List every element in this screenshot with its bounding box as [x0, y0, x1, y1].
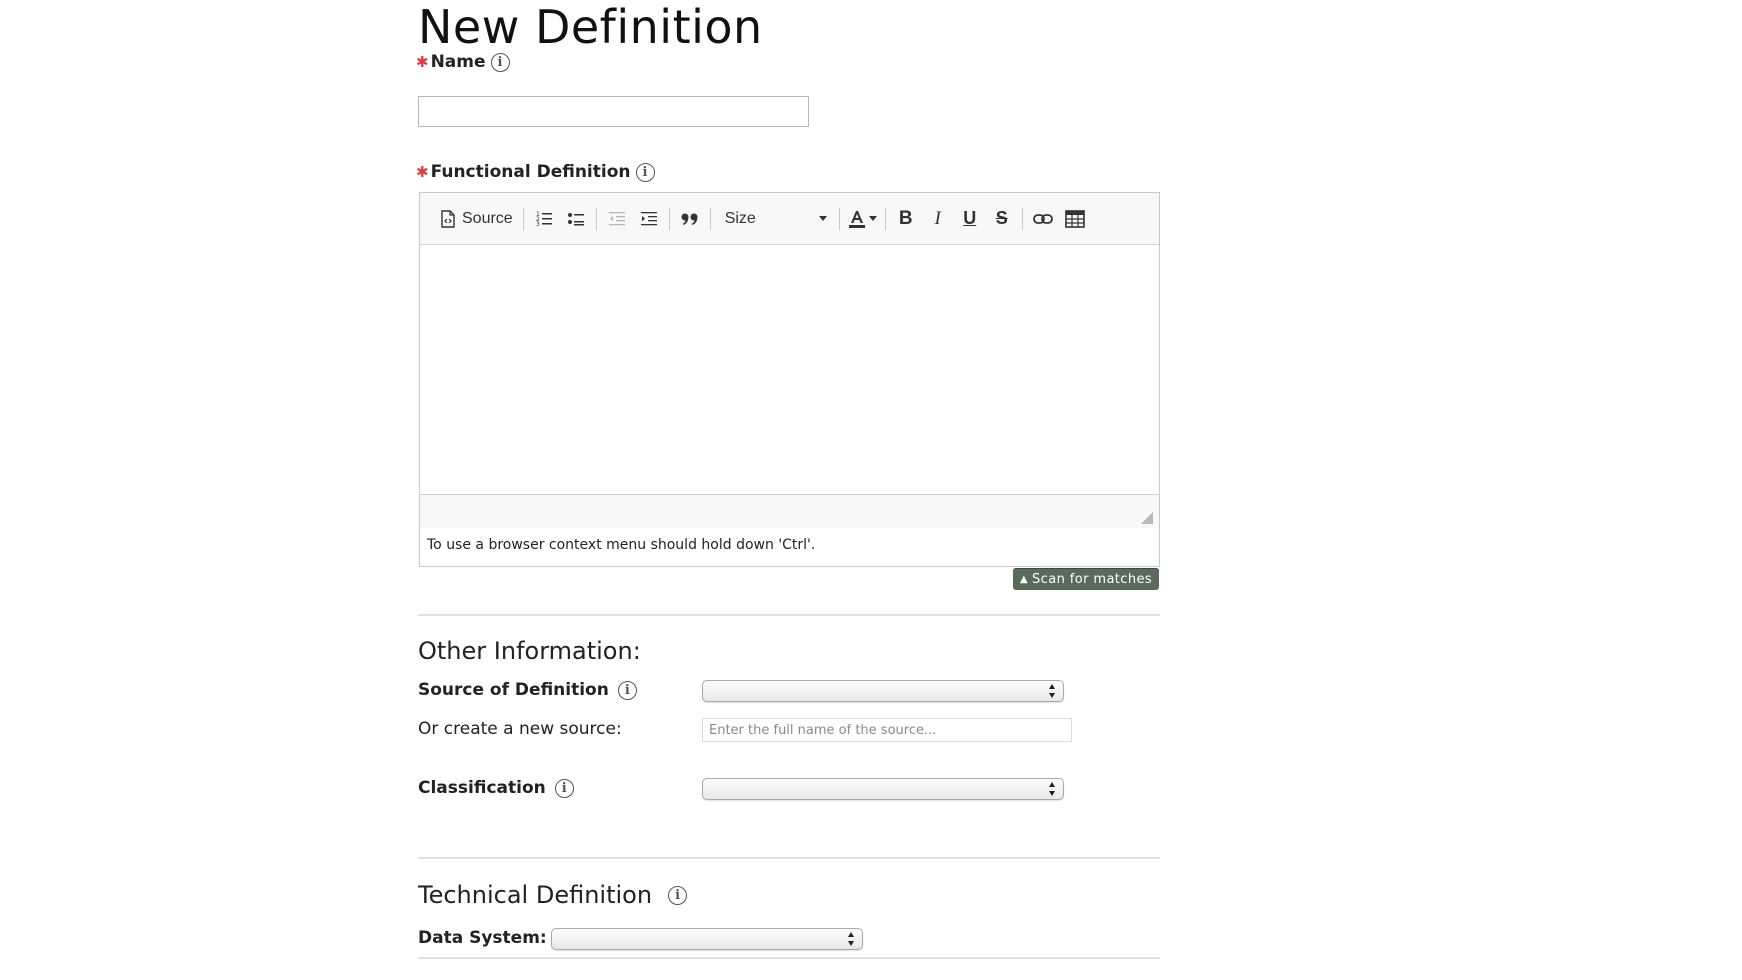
select-arrows-icon: [1048, 684, 1056, 698]
link-button[interactable]: [1027, 203, 1059, 235]
source-button[interactable]: Source: [434, 203, 519, 235]
source-of-definition-selected: [703, 685, 711, 700]
svg-text:3: 3: [536, 221, 540, 228]
toolbar-separator: [522, 207, 524, 230]
outdent-icon: [608, 211, 625, 225]
link-icon: [1032, 213, 1053, 224]
functional-definition-info-icon[interactable]: i: [635, 162, 655, 182]
select-arrows-icon: [1048, 782, 1056, 796]
editor-toolbar: Source 1 2 3 Size B I U S: [420, 193, 1159, 245]
blockquote-icon: [681, 213, 698, 225]
classification-select[interactable]: [702, 778, 1064, 800]
strikethrough-button[interactable]: S: [986, 203, 1018, 235]
bold-icon: B: [898, 207, 913, 229]
new-source-input[interactable]: [702, 718, 1072, 742]
data-system-select[interactable]: [551, 928, 863, 950]
required-asterisk-icon: ✱: [416, 53, 429, 71]
toolbar-separator: [884, 207, 886, 230]
outdent-button[interactable]: [601, 203, 633, 235]
divider: [418, 614, 1160, 616]
bulleted-list-icon: [567, 212, 584, 225]
blockquote-button[interactable]: [674, 203, 706, 235]
divider: [418, 857, 1160, 859]
editor-hint-text: To use a browser context menu should hol…: [420, 528, 1159, 562]
numbered-list-icon: 1 2 3: [536, 211, 552, 228]
source-of-definition-label: Source of Definition: [418, 680, 609, 700]
select-arrows-icon: [847, 932, 855, 946]
table-icon: [1064, 209, 1085, 228]
classification-label-row: Classification i: [418, 778, 574, 798]
new-source-label-row: Or create a new source:: [418, 719, 622, 739]
underline-icon: U: [963, 208, 977, 228]
source-of-definition-select[interactable]: [702, 680, 1064, 702]
chevron-down-icon: [818, 216, 827, 221]
triangle-up-icon: ▲: [1019, 573, 1029, 585]
italic-button[interactable]: I: [922, 203, 954, 235]
new-source-label: Or create a new source:: [418, 719, 622, 739]
font-size-dropdown[interactable]: Size: [715, 203, 835, 235]
indent-button[interactable]: [633, 203, 665, 235]
scan-for-matches-button[interactable]: ▲ Scan for matches: [1013, 568, 1159, 590]
bulleted-list-button[interactable]: [560, 203, 592, 235]
technical-definition-title: Technical Definition i: [418, 881, 688, 909]
name-info-icon[interactable]: i: [490, 52, 510, 72]
name-label: Name: [430, 52, 486, 72]
other-information-title: Other Information:: [418, 637, 641, 665]
classification-info-icon[interactable]: i: [554, 778, 574, 798]
technical-definition-info-icon[interactable]: i: [668, 885, 688, 905]
technical-definition-title-text: Technical Definition: [418, 881, 653, 909]
new-definition-page: New Definition ✱ Name i ✱ Functional Def…: [0, 0, 1742, 980]
required-asterisk-icon: ✱: [416, 163, 429, 181]
strikethrough-icon: S: [995, 208, 1008, 228]
scan-button-label: Scan for matches: [1032, 571, 1153, 587]
functional-definition-label-row: ✱ Functional Definition i: [416, 162, 655, 182]
functional-definition-label: Functional Definition: [430, 162, 631, 182]
toolbar-separator: [709, 207, 711, 230]
data-system-label-row: Data System: i: [418, 928, 571, 948]
data-system-selected: [552, 933, 560, 948]
editor-content-area[interactable]: [420, 245, 1159, 495]
italic-icon: I: [934, 207, 941, 229]
rich-text-editor: Source 1 2 3 Size B I U S To use a brows…: [419, 192, 1160, 567]
bold-button[interactable]: B: [890, 203, 922, 235]
text-color-button[interactable]: [844, 203, 881, 235]
data-system-label: Data System:: [418, 928, 547, 948]
source-of-definition-info-icon[interactable]: i: [617, 680, 637, 700]
table-button[interactable]: [1059, 203, 1091, 235]
editor-status-bar: [420, 495, 1159, 528]
indent-icon: [640, 211, 657, 225]
chevron-down-icon: [868, 216, 877, 221]
source-doc-icon: [441, 209, 455, 228]
classification-selected: [703, 783, 711, 798]
numbered-list-button[interactable]: 1 2 3: [528, 203, 560, 235]
resize-handle-icon[interactable]: [1141, 512, 1153, 524]
name-label-row: ✱ Name i: [416, 52, 510, 72]
page-title: New Definition: [418, 0, 763, 54]
toolbar-separator: [838, 207, 840, 230]
other-information-title-text: Other Information:: [418, 637, 641, 665]
source-button-label: Source: [462, 209, 513, 227]
source-of-definition-label-row: Source of Definition i: [418, 680, 637, 700]
toolbar-separator: [668, 207, 670, 230]
classification-label: Classification: [418, 778, 546, 798]
underline-button[interactable]: U: [954, 203, 986, 235]
divider: [418, 957, 1160, 959]
toolbar-separator: [1021, 207, 1023, 230]
toolbar-separator: [595, 207, 597, 230]
font-size-label: Size: [724, 209, 756, 227]
name-input[interactable]: [418, 96, 809, 127]
text-color-icon: [848, 210, 865, 228]
